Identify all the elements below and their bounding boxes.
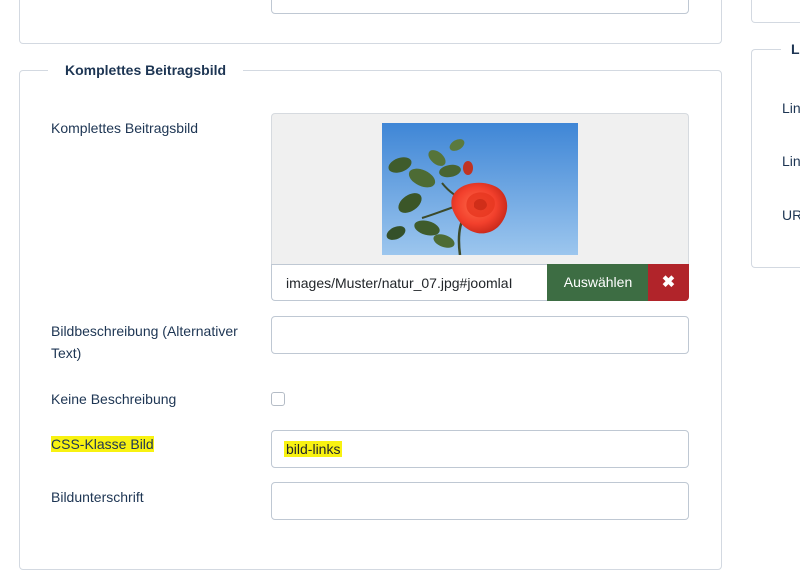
- alt-text-field[interactable]: [271, 316, 689, 354]
- css-class-label-text: CSS-Klasse Bild: [51, 436, 154, 452]
- css-class-value: bild-links: [284, 441, 343, 457]
- image-preview-thumbnail: [382, 123, 578, 255]
- clear-image-button[interactable]: ✖: [648, 264, 689, 301]
- link-c-url-label: UR: [782, 207, 800, 223]
- links-fieldset-legend: L: [781, 41, 800, 57]
- full-image-label: Komplettes Beitragsbild: [51, 120, 199, 136]
- css-class-field[interactable]: bild-links: [271, 430, 689, 468]
- no-description-checkbox[interactable]: [271, 392, 285, 406]
- previous-text-field[interactable]: [271, 0, 689, 14]
- alt-text-label: Bildbeschreibung (Alternativer Text): [51, 323, 238, 361]
- caption-label: Bildunterschrift: [51, 489, 144, 505]
- link-a-label: Lin: [782, 100, 800, 116]
- caption-field[interactable]: [271, 482, 689, 520]
- css-class-label: CSS-Klasse Bild: [51, 433, 261, 455]
- no-description-label: Keine Beschreibung: [51, 391, 177, 407]
- select-image-button[interactable]: Auswählen: [547, 264, 649, 301]
- close-icon: ✖: [661, 274, 676, 291]
- fieldset-legend: Komplettes Beitragsbild: [48, 61, 244, 79]
- image-path-field[interactable]: images/Muster/natur_07.jpg#joomlaI: [271, 264, 548, 301]
- link-b-label: Lin: [782, 153, 800, 169]
- right-top-fieldset: [751, 0, 800, 23]
